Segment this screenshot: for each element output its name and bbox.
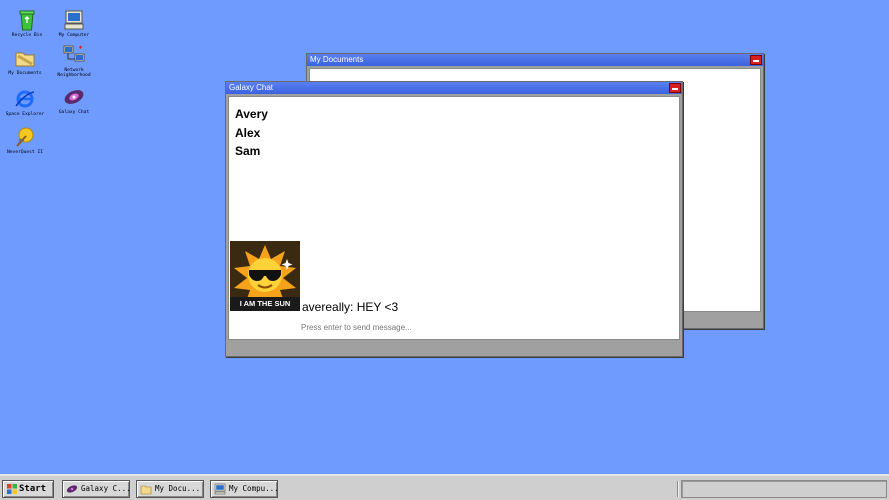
desktop-icon-neverquest[interactable]: NeverQuest II [0,125,50,155]
system-tray [681,480,887,498]
taskbar-button-label: My Docu... [155,484,201,493]
desktop-icon-label: Network Neighborhood [57,68,91,78]
user-item[interactable]: Avery [235,105,268,124]
window-title: My Documents [310,55,364,64]
neverquest-icon [16,127,34,147]
taskbar-button-galaxy-chat[interactable]: Galaxy C... [62,480,130,498]
close-button[interactable] [750,55,762,65]
my-documents-titlebar[interactable]: My Documents [307,54,763,66]
computer-icon [214,483,226,495]
taskbar-button-my-computer[interactable]: My Compu... [210,480,278,498]
desktop-icon-label: My Documents [8,71,42,76]
desktop-icon-my-computer[interactable]: My Computer [49,8,99,38]
taskbar-button-label: Galaxy C... [81,484,130,493]
window-title: Galaxy Chat [229,83,274,92]
galaxy-chat-titlebar[interactable]: Galaxy Chat [226,82,682,94]
desktop-icon-network-neighborhood[interactable]: Network Neighborhood [49,43,99,78]
close-button[interactable] [669,83,681,93]
user-item[interactable]: Alex [235,124,268,143]
galaxy-icon [64,90,84,104]
taskbar-button-my-documents[interactable]: My Docu... [136,480,204,498]
galaxy-chat-window[interactable]: Galaxy Chat Avery Alex Sam I AM THE SUN [225,81,683,357]
user-item[interactable]: Sam [235,142,268,161]
taskbar-separator [677,481,679,497]
folder-icon [140,485,152,495]
user-list: Avery Alex Sam [235,105,268,161]
taskbar-button-label: My Compu... [229,484,278,493]
desktop-icon-galaxy-chat[interactable]: Galaxy Chat [49,85,99,115]
chat-message: avereally: HEY <3 [302,300,399,314]
desktop-icon-my-documents[interactable]: My Documents [0,46,50,76]
galaxy-icon [66,485,78,493]
avatar-caption: I AM THE SUN [239,299,291,308]
network-icon [63,45,85,62]
computer-icon [64,10,84,30]
galaxy-chat-content: Avery Alex Sam I AM THE SUN avereally: H… [228,96,680,340]
message-avatar: I AM THE SUN [230,241,300,311]
message-input[interactable] [301,320,601,334]
desktop-icon-label: Recycle Bin [11,33,43,38]
space-explorer-icon [15,90,35,108]
desktop-icon-label: Galaxy Chat [58,110,90,115]
start-button[interactable]: Start [2,480,54,498]
taskbar: Start Galaxy C... My Docu... My Compu... [0,474,889,500]
desktop-icon-label: NeverQuest II [7,150,43,155]
start-icon [7,484,17,494]
desktop-icon-recycle-bin[interactable]: Recycle Bin [2,8,52,38]
folder-icon [15,52,35,67]
desktop-icon-label: Space Explorer [5,112,45,117]
recycle-bin-icon [19,10,35,31]
desktop-icon-label: My Computer [58,33,90,38]
desktop-icon-space-explorer[interactable]: Space Explorer [0,87,50,117]
start-label: Start [19,484,47,494]
